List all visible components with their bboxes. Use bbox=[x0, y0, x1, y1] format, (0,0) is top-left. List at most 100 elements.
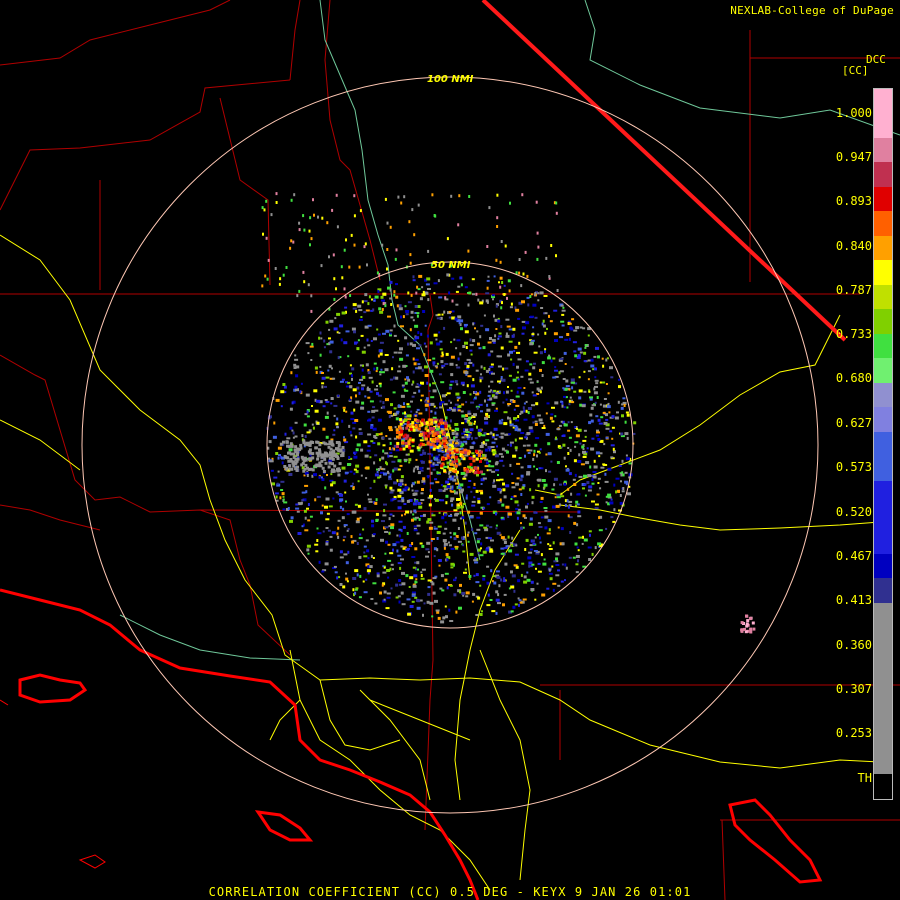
echo-pixel bbox=[550, 359, 553, 363]
echo-pixel bbox=[321, 385, 324, 389]
echo-pixel bbox=[474, 532, 478, 535]
echo-pixel bbox=[598, 529, 603, 532]
echo-pixel bbox=[523, 409, 526, 413]
echo-pixel bbox=[417, 331, 420, 335]
echo-pixel bbox=[352, 421, 357, 424]
echo-pixel bbox=[602, 364, 605, 368]
echo-pixel bbox=[471, 504, 476, 507]
echo-pixel bbox=[401, 582, 406, 586]
echo-pixel bbox=[479, 511, 483, 515]
echo-pixel bbox=[325, 435, 329, 439]
colorbar-segment bbox=[874, 407, 892, 432]
echo-pixel bbox=[382, 449, 385, 453]
echo-pixel bbox=[412, 591, 416, 594]
echo-pixel bbox=[475, 489, 479, 493]
echo-pixel bbox=[494, 454, 499, 458]
echo-pixel bbox=[421, 488, 424, 491]
echo-pixel bbox=[587, 546, 592, 549]
echo-pixel bbox=[275, 452, 279, 455]
echo-pixel bbox=[334, 571, 338, 574]
echo-pixel bbox=[336, 225, 339, 229]
echo-pixel bbox=[337, 473, 341, 477]
echo-pixel bbox=[389, 332, 392, 335]
echo-pixel bbox=[441, 589, 445, 592]
echo-pixel bbox=[541, 593, 546, 597]
echo-pixel bbox=[536, 231, 539, 235]
echo-pixel bbox=[567, 421, 570, 424]
echo-pixel bbox=[459, 517, 462, 520]
echo-pixel bbox=[534, 443, 538, 447]
echo-pixel bbox=[385, 485, 388, 489]
echo-pixel bbox=[382, 332, 386, 335]
echo-pixel bbox=[431, 514, 436, 517]
echo-pixel bbox=[571, 318, 575, 321]
echo-pixel bbox=[324, 415, 329, 419]
echo-pixel bbox=[450, 401, 452, 404]
echo-pixel bbox=[331, 451, 334, 455]
echo-pixel bbox=[382, 444, 386, 447]
echo-pixel bbox=[525, 505, 528, 509]
echo-pixel bbox=[325, 376, 330, 379]
echo-pixel bbox=[384, 354, 389, 356]
echo-pixel bbox=[526, 444, 531, 447]
echo-pixel bbox=[376, 392, 379, 396]
echo-pixel bbox=[444, 527, 448, 530]
echo-pixel bbox=[536, 380, 539, 383]
echo-pixel bbox=[395, 417, 399, 421]
echo-pixel bbox=[370, 340, 373, 342]
echo-pixel bbox=[424, 437, 428, 441]
echo-pixel bbox=[455, 432, 459, 436]
echo-pixel bbox=[310, 237, 313, 241]
echo-pixel bbox=[419, 439, 424, 442]
echo-pixel bbox=[294, 445, 298, 449]
echo-pixel bbox=[336, 417, 339, 421]
echo-pixel bbox=[552, 376, 557, 379]
echo-pixel bbox=[633, 421, 637, 425]
echo-pixel bbox=[395, 583, 399, 587]
echo-pixel bbox=[467, 303, 470, 307]
echo-pixel bbox=[422, 477, 426, 481]
echo-pixel bbox=[530, 339, 535, 342]
echo-pixel bbox=[534, 292, 537, 294]
echo-pixel bbox=[412, 493, 416, 496]
echo-pixel bbox=[536, 414, 541, 417]
echo-pixel bbox=[439, 587, 443, 590]
echo-pixel bbox=[495, 590, 499, 594]
echo-pixel bbox=[449, 383, 453, 386]
echo-pixel bbox=[303, 509, 307, 513]
echo-pixel bbox=[279, 496, 282, 500]
echo-pixel bbox=[352, 588, 355, 592]
echo-pixel bbox=[624, 432, 629, 436]
echo-pixel bbox=[619, 494, 622, 497]
echo-pixel bbox=[596, 431, 600, 434]
echo-pixel bbox=[450, 380, 455, 383]
echo-pixel bbox=[503, 284, 506, 287]
echo-pixel bbox=[347, 355, 350, 358]
echo-pixel bbox=[482, 550, 487, 554]
echo-pixel bbox=[435, 481, 440, 484]
echo-pixel bbox=[491, 372, 495, 375]
echo-pixel bbox=[531, 404, 535, 407]
echo-pixel bbox=[312, 426, 315, 430]
echo-pixel bbox=[502, 603, 505, 607]
echo-pixel bbox=[575, 571, 579, 574]
echo-pixel bbox=[428, 526, 433, 530]
echo-pixel bbox=[336, 576, 339, 580]
echo-pixel bbox=[368, 565, 373, 569]
echo-pixel bbox=[301, 457, 305, 461]
echo-pixel bbox=[496, 225, 499, 228]
echo-pixel bbox=[371, 524, 375, 528]
echo-pixel bbox=[406, 414, 411, 418]
echo-pixel bbox=[553, 309, 558, 312]
echo-pixel bbox=[593, 387, 596, 391]
echo-pixel bbox=[550, 413, 554, 416]
echo-pixel bbox=[429, 418, 433, 422]
echo-pixel bbox=[450, 562, 455, 566]
echo-pixel bbox=[461, 536, 463, 540]
echo-pixel bbox=[480, 483, 483, 485]
echo-pixel bbox=[598, 455, 601, 458]
echo-pixel bbox=[377, 442, 381, 446]
echo-pixel bbox=[390, 489, 395, 492]
echo-pixel bbox=[465, 591, 470, 595]
echo-pixel bbox=[388, 426, 393, 430]
